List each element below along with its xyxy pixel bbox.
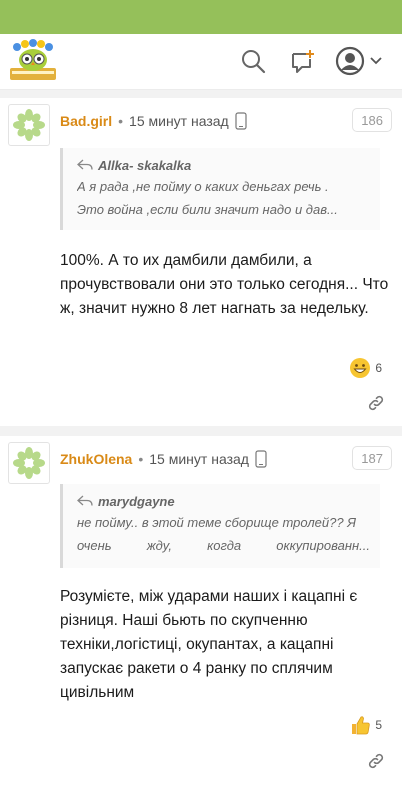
section-gap bbox=[0, 90, 402, 98]
top-accent-bar bbox=[0, 0, 402, 34]
comment-meta: Bad.girl • 15 минут назад bbox=[60, 111, 247, 131]
comment-author[interactable]: ZhukOlena bbox=[60, 451, 132, 467]
grinning-face-emoji bbox=[349, 357, 371, 379]
flower-avatar-icon bbox=[13, 109, 45, 141]
meta-separator: • bbox=[138, 451, 144, 467]
thumbs-up-emoji bbox=[349, 714, 371, 736]
quote-line: Это война ,если били значит надо и дав..… bbox=[77, 202, 338, 217]
comment-text: Розумієте, між ударами наших і кацапні є… bbox=[60, 588, 358, 701]
site-logo[interactable] bbox=[8, 38, 58, 84]
reply-arrow-icon bbox=[77, 495, 93, 506]
avatar[interactable] bbox=[8, 442, 50, 484]
quote-line: не пойму.. в этой теме сборище тролей?? … bbox=[77, 515, 357, 530]
quote-author[interactable]: Allka- skakalka bbox=[98, 158, 191, 173]
comment-time: 15 минут назад bbox=[129, 113, 229, 129]
search-icon bbox=[242, 50, 266, 74]
meta-separator: • bbox=[118, 113, 124, 129]
owl-with-books-logo bbox=[10, 39, 56, 80]
mobile-phone-icon bbox=[235, 112, 247, 130]
quoted-comment: marydgayne не пойму.. в этой теме сборищ… bbox=[60, 484, 380, 568]
reaction-count: 5 bbox=[375, 718, 382, 732]
quoted-comment: Allka- skakalka А я рада ,не пойму о как… bbox=[60, 148, 380, 230]
reaction-button[interactable]: 5 bbox=[349, 714, 382, 736]
site-header bbox=[0, 34, 402, 90]
quote-line: очень жду, когда оккупированн... bbox=[77, 538, 370, 553]
flower-avatar-icon bbox=[13, 447, 45, 479]
comment-meta: ZhukOlena • 15 минут назад bbox=[60, 449, 267, 469]
reaction-button[interactable]: 6 bbox=[349, 357, 382, 379]
user-avatar-icon bbox=[335, 46, 365, 76]
mobile-phone-icon bbox=[255, 450, 267, 468]
comment-number[interactable]: 187 bbox=[352, 446, 392, 470]
add-comment-icon bbox=[292, 50, 314, 73]
comment-time: 15 минут назад bbox=[149, 451, 249, 467]
search-button[interactable] bbox=[236, 44, 270, 78]
user-menu-button[interactable] bbox=[333, 44, 385, 78]
reaction-count: 6 bbox=[375, 361, 382, 375]
quote-line: А я рада ,не пойму о каких деньгах речь … bbox=[77, 179, 329, 194]
reply-arrow-icon bbox=[77, 159, 93, 170]
comment-author[interactable]: Bad.girl bbox=[60, 113, 112, 129]
comment-number[interactable]: 186 bbox=[352, 108, 392, 132]
link-icon[interactable] bbox=[366, 751, 386, 771]
comment-separator bbox=[0, 426, 402, 436]
quote-author[interactable]: marydgayne bbox=[98, 494, 175, 509]
comment-text: 100%. А то их дамбили дамбили, а прочувс… bbox=[60, 252, 389, 317]
avatar[interactable] bbox=[8, 104, 50, 146]
link-icon[interactable] bbox=[366, 393, 386, 413]
comment-item: Bad.girl • 15 минут назад 186 Allka- ska… bbox=[0, 98, 402, 426]
new-post-button[interactable] bbox=[285, 44, 319, 78]
comment-item: ZhukOlena • 15 минут назад 187 marydgayn… bbox=[0, 436, 402, 800]
chevron-down-icon bbox=[370, 57, 382, 65]
